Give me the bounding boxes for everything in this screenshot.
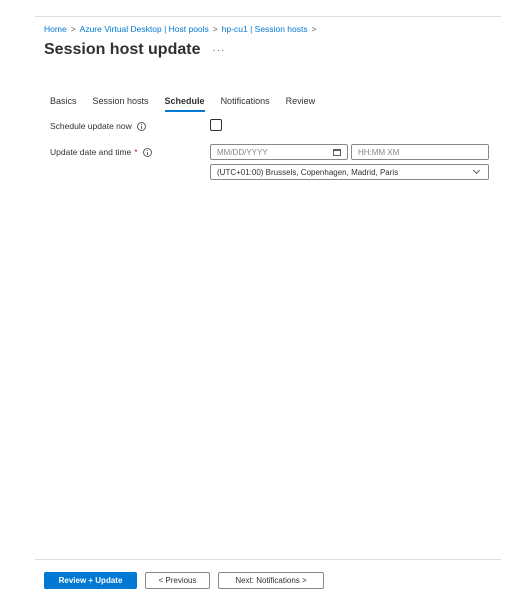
update-datetime-label: Update date and time bbox=[50, 147, 132, 157]
breadcrumb-home[interactable]: Home bbox=[44, 24, 67, 34]
tab-basics[interactable]: Basics bbox=[50, 96, 77, 111]
page-title: Session host update bbox=[44, 41, 201, 58]
bottom-divider bbox=[35, 559, 501, 560]
timezone-value: (UTC+01:00) Brussels, Copenhagen, Madrid… bbox=[217, 167, 399, 177]
breadcrumb-host-pools[interactable]: Azure Virtual Desktop | Host pools bbox=[80, 24, 209, 34]
schedule-now-checkbox[interactable] bbox=[210, 119, 222, 131]
review-update-button[interactable]: Review + Update bbox=[44, 572, 137, 589]
required-mark: * bbox=[134, 147, 138, 157]
breadcrumb-separator: > bbox=[212, 24, 218, 34]
breadcrumb-separator: > bbox=[70, 24, 76, 34]
tab-schedule[interactable]: Schedule bbox=[164, 96, 205, 112]
tab-session-hosts[interactable]: Session hosts bbox=[93, 96, 149, 111]
tab-review[interactable]: Review bbox=[286, 96, 316, 111]
timezone-select[interactable]: (UTC+01:00) Brussels, Copenhagen, Madrid… bbox=[210, 164, 489, 180]
breadcrumb-separator: > bbox=[311, 24, 317, 34]
calendar-icon[interactable] bbox=[333, 148, 341, 156]
more-options-icon[interactable]: ··· bbox=[212, 45, 225, 56]
previous-button[interactable]: < Previous bbox=[145, 572, 210, 589]
schedule-now-label: Schedule update now bbox=[50, 121, 132, 131]
title-row: Session host update ··· bbox=[44, 41, 225, 59]
tab-notifications[interactable]: Notifications bbox=[221, 96, 270, 111]
breadcrumb: Home > Azure Virtual Desktop | Host pool… bbox=[44, 24, 321, 34]
date-field bbox=[210, 144, 348, 160]
update-datetime-label-row: Update date and time * bbox=[50, 147, 152, 157]
chevron-down-icon bbox=[472, 166, 481, 175]
tab-bar: Basics Session hosts Schedule Notificati… bbox=[50, 96, 331, 112]
top-divider bbox=[35, 16, 501, 17]
breadcrumb-session-hosts[interactable]: hp-cu1 | Session hosts bbox=[222, 24, 308, 34]
info-icon[interactable] bbox=[136, 121, 146, 131]
time-field bbox=[351, 144, 489, 160]
info-icon[interactable] bbox=[142, 147, 152, 157]
time-input[interactable] bbox=[358, 147, 482, 157]
date-input[interactable] bbox=[217, 147, 329, 157]
schedule-now-label-row: Schedule update now bbox=[50, 121, 146, 131]
next-notifications-button[interactable]: Next: Notifications > bbox=[218, 572, 324, 589]
